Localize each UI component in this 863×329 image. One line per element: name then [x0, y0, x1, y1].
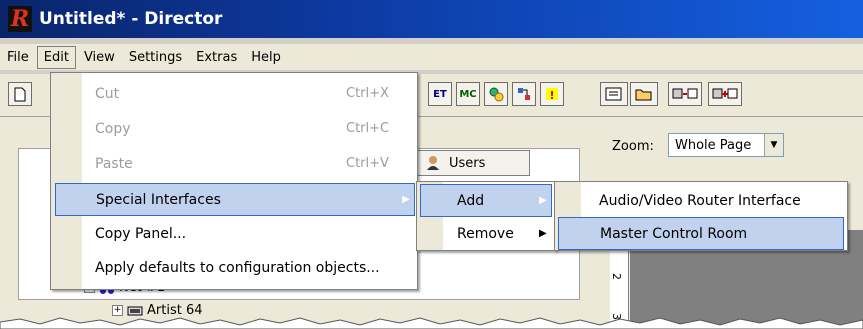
window-title: Untitled* - Director [39, 9, 223, 29]
menu-settings[interactable]: Settings [122, 46, 189, 69]
expand-icon[interactable]: + [112, 305, 123, 316]
menu-item-special-interfaces[interactable]: Special Interfaces ▶ [55, 183, 415, 216]
tab-users-label: Users [449, 155, 486, 171]
menu-file[interactable]: File [0, 46, 36, 69]
panel-button[interactable] [600, 82, 628, 106]
menu-edit[interactable]: Edit [36, 45, 76, 69]
open-folder-icon [635, 89, 652, 101]
et-button[interactable]: ET [428, 82, 452, 106]
add-transfer-icon [712, 88, 738, 99]
menu-item-shortcut: Ctrl+X [346, 86, 389, 101]
menu-item-label: Paste [95, 155, 133, 172]
mc-button[interactable]: MC [456, 82, 480, 106]
tab-users[interactable]: Users [410, 150, 530, 176]
menu-item-apply-defaults[interactable]: Apply defaults to configuration objects.… [51, 251, 417, 284]
warning-icon: ! [546, 88, 558, 102]
new-document-button[interactable] [8, 82, 32, 106]
zoom-select[interactable]: Whole Page ▼ [668, 133, 784, 157]
menu-item-paste[interactable]: Paste Ctrl+V [51, 147, 417, 180]
zoom-label: Zoom: [612, 139, 654, 154]
torn-edge-decoration [0, 317, 863, 329]
menu-item-cut[interactable]: Cut Ctrl+X [51, 77, 417, 110]
new-document-icon [14, 87, 26, 101]
menu-item-label: Special Interfaces [96, 191, 221, 208]
menu-item-master-control-room[interactable]: Master Control Room [558, 217, 844, 250]
network-tool-button[interactable] [512, 82, 536, 106]
title-bar: R Untitled* - Director [0, 0, 863, 38]
submenu-arrow-icon: ▶ [539, 195, 547, 206]
menu-item-remove[interactable]: Remove ▶ [417, 217, 555, 250]
menu-item-label: Audio/Video Router Interface [599, 192, 801, 209]
menu-item-shortcut: Ctrl+C [346, 121, 390, 136]
open-folder-button[interactable] [630, 82, 658, 106]
network-tool-icon [518, 88, 530, 100]
menu-item-copy[interactable]: Copy Ctrl+C [51, 112, 417, 145]
transfer-button[interactable] [668, 82, 702, 106]
menu-item-label: Cut [95, 85, 120, 102]
menu-view[interactable]: View [77, 46, 122, 69]
menu-item-shortcut: Ctrl+V [346, 156, 389, 171]
svg-text:!: ! [549, 89, 554, 102]
zoom-value: Whole Page [675, 137, 752, 153]
gear-tool-icon [489, 87, 504, 102]
add-transfer-button[interactable] [708, 82, 742, 106]
menu-item-copy-panel[interactable]: Copy Panel... [51, 217, 417, 250]
menu-item-label: Remove [457, 225, 514, 242]
transfer-icon [672, 88, 698, 99]
menu-item-label: Master Control Room [600, 225, 748, 242]
menu-item-label: Copy [95, 120, 131, 137]
ruler-tick: 2 [610, 273, 623, 280]
submenu-arrow-icon: ▶ [539, 228, 547, 239]
submenu-arrow-icon: ▶ [402, 194, 410, 205]
settings-tool-button[interactable] [484, 82, 508, 106]
special-interfaces-menu: Add ▶ Remove ▶ [416, 181, 556, 251]
edit-menu: Cut Ctrl+X Copy Ctrl+C Paste Ctrl+V Spec… [50, 72, 418, 290]
menu-extras[interactable]: Extras [189, 46, 244, 69]
menu-help[interactable]: Help [244, 46, 288, 69]
menu-item-add[interactable]: Add ▶ [420, 184, 552, 217]
users-icon [427, 156, 439, 170]
menu-item-av-router-interface[interactable]: Audio/Video Router Interface [555, 184, 847, 217]
menu-item-label: Copy Panel... [95, 225, 187, 242]
app-logo-icon: R [8, 6, 32, 32]
add-menu: Audio/Video Router Interface Master Cont… [554, 181, 848, 251]
chevron-down-icon[interactable]: ▼ [764, 134, 783, 156]
menu-item-label: Add [457, 192, 485, 209]
menu-bar: File Edit View Settings Extras Help [0, 44, 863, 71]
warning-button[interactable]: ! [540, 82, 564, 106]
device-icon [127, 306, 143, 315]
panel-icon [605, 87, 622, 101]
menu-item-label: Apply defaults to configuration objects.… [95, 259, 380, 276]
